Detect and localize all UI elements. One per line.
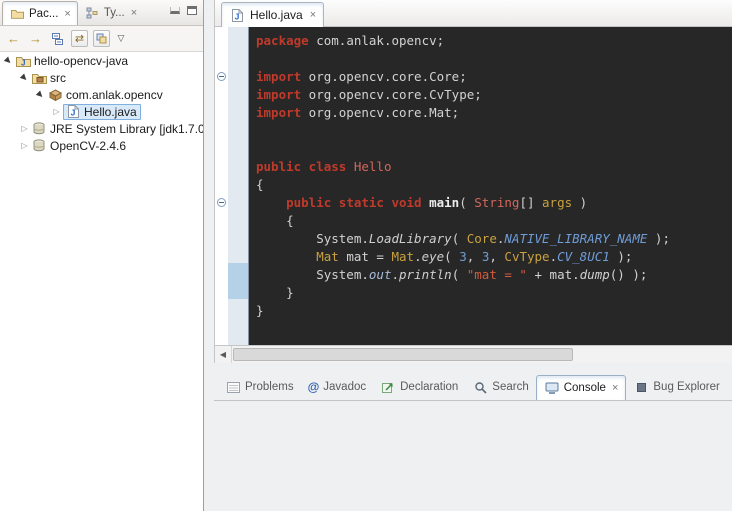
tab-bug-explorer[interactable]: Bug Explorer: [626, 374, 726, 400]
svg-text:J: J: [234, 11, 239, 21]
expander-icon[interactable]: ▷: [50, 105, 63, 118]
bottom-view-panel: Problems @ Javadoc Declaration Search: [214, 374, 732, 511]
code-line: import org.opencv.core.CvType;: [256, 86, 732, 104]
code-line: {: [256, 212, 732, 230]
problems-icon: [225, 382, 241, 393]
code-line: import org.opencv.core.Core;: [256, 68, 732, 86]
link-with-editor-icon[interactable]: ⇄: [71, 30, 88, 47]
library-icon: [31, 122, 47, 135]
tree-item-src[interactable]: ▶ src: [0, 69, 203, 86]
code-line: [256, 122, 732, 140]
java-file-icon: J: [65, 105, 81, 118]
svg-text:J: J: [70, 108, 75, 118]
maximize-icon[interactable]: [187, 6, 197, 15]
scroll-left-icon[interactable]: ◀: [215, 346, 232, 363]
close-icon[interactable]: ×: [612, 382, 618, 394]
svg-text:J: J: [21, 58, 25, 67]
tab-label: Console: [564, 382, 606, 394]
tab-package-explorer[interactable]: Pac... ×: [2, 1, 78, 25]
fold-collapse-icon[interactable]: [217, 198, 226, 207]
code-line: [256, 50, 732, 68]
code-line: public static void main( String[] args ): [256, 194, 732, 212]
back-icon[interactable]: ←: [5, 30, 22, 47]
close-icon[interactable]: ×: [64, 8, 70, 20]
bug-explorer-icon: [633, 383, 649, 392]
code-line: [256, 140, 732, 158]
bottom-tabbar: Problems @ Javadoc Declaration Search: [214, 374, 732, 401]
declaration-icon: [380, 381, 396, 393]
focus-active-task-icon[interactable]: [93, 30, 110, 47]
expander-icon[interactable]: ▷: [18, 122, 31, 135]
tab-javadoc[interactable]: @ Javadoc: [301, 374, 374, 400]
tab-hello-java[interactable]: J Hello.java ×: [221, 2, 324, 27]
code-line: System.out.println( "mat = " + mat.dump(…: [256, 266, 732, 284]
editor-body: package com.anlak.opencv; import org.ope…: [215, 27, 732, 345]
tree-item-jre-library[interactable]: ▷ JRE System Library [jdk1.7.0: [0, 120, 203, 137]
left-view-tabbar: Pac... × Ty... ×: [0, 0, 203, 26]
code-lines: package com.anlak.opencv; import org.ope…: [256, 32, 732, 320]
tree-item-label: com.anlak.opencv: [63, 88, 163, 102]
tab-label: Bug Explorer: [653, 381, 719, 393]
code-line: System.LoadLibrary( Core.NATIVE_LIBRARY_…: [256, 230, 732, 248]
tab-type-hierarchy[interactable]: Ty... ×: [78, 1, 143, 25]
horizontal-scrollbar[interactable]: ◀: [215, 345, 732, 363]
tree-item-label: Hello.java: [81, 105, 137, 119]
library-icon: [31, 139, 47, 152]
tree-item-label: JRE System Library [jdk1.7.0: [47, 122, 203, 136]
code-line: public class Hello: [256, 158, 732, 176]
close-icon[interactable]: ×: [131, 7, 137, 19]
search-icon: [472, 381, 488, 394]
fold-collapse-icon[interactable]: [217, 72, 226, 81]
tab-label: Problems: [245, 381, 294, 393]
tree-item-label: OpenCV-2.4.6: [47, 139, 126, 153]
fold-ruler[interactable]: [215, 27, 228, 345]
javadoc-icon: @: [308, 380, 320, 394]
tree-item-project[interactable]: ▶ J hello-opencv-java: [0, 52, 203, 69]
package-explorer-panel: Pac... × Ty... × ← → ⇄: [0, 0, 204, 511]
tab-label: Hello.java: [250, 8, 303, 22]
tab-declaration[interactable]: Declaration: [373, 374, 465, 400]
tree-item-package[interactable]: ▶ com.anlak.opencv: [0, 86, 203, 103]
tab-label: Javadoc: [323, 381, 366, 393]
code-line: package com.anlak.opencv;: [256, 32, 732, 50]
view-window-buttons: [170, 6, 197, 15]
code-line: }: [256, 284, 732, 302]
code-line: }: [256, 302, 732, 320]
console-icon: [544, 382, 560, 394]
forward-icon[interactable]: →: [27, 30, 44, 47]
java-file-icon: J: [229, 9, 245, 22]
view-menu-icon[interactable]: ▽: [115, 30, 127, 47]
close-icon[interactable]: ×: [310, 9, 316, 21]
package-explorer-icon: [9, 8, 25, 19]
tree-selection: J Hello.java: [63, 104, 141, 120]
range-indicator: [228, 263, 248, 299]
tree-item-opencv-library[interactable]: ▷ OpenCV-2.4.6: [0, 137, 203, 154]
tree-item-label: src: [47, 71, 66, 85]
tab-search[interactable]: Search: [465, 374, 535, 400]
code-line: {: [256, 176, 732, 194]
tab-label: Declaration: [400, 381, 458, 393]
editor-area: J Hello.java × package com.anlak.opencv;…: [214, 0, 732, 363]
tab-label: Search: [492, 381, 528, 393]
package-explorer-toolbar: ← → ⇄ ▽: [0, 26, 203, 52]
editor-gutter[interactable]: [228, 27, 249, 345]
tab-label: Ty...: [104, 7, 125, 19]
scrollbar-thumb[interactable]: [233, 348, 573, 361]
tab-console[interactable]: Console ×: [536, 375, 627, 401]
tab-label: Pac...: [29, 8, 58, 20]
type-hierarchy-icon: [84, 7, 100, 19]
code-editor[interactable]: package com.anlak.opencv; import org.ope…: [249, 27, 732, 345]
editor-tabbar: J Hello.java ×: [215, 0, 732, 27]
collapse-all-icon[interactable]: [49, 30, 66, 47]
tab-bug[interactable]: Bug: [727, 374, 732, 400]
code-line: import org.opencv.core.Mat;: [256, 104, 732, 122]
tree-item-label: hello-opencv-java: [31, 54, 128, 68]
code-line: Mat mat = Mat.eye( 3, 3, CvType.CV_8UC1 …: [256, 248, 732, 266]
tab-problems[interactable]: Problems: [218, 374, 301, 400]
expander-icon[interactable]: ▷: [18, 139, 31, 152]
tree-item-hello-java[interactable]: ▷ J Hello.java: [0, 103, 203, 120]
minimize-icon[interactable]: [170, 7, 180, 14]
project-tree: ▶ J hello-opencv-java ▶ src ▶ com.anlak.…: [0, 52, 203, 511]
